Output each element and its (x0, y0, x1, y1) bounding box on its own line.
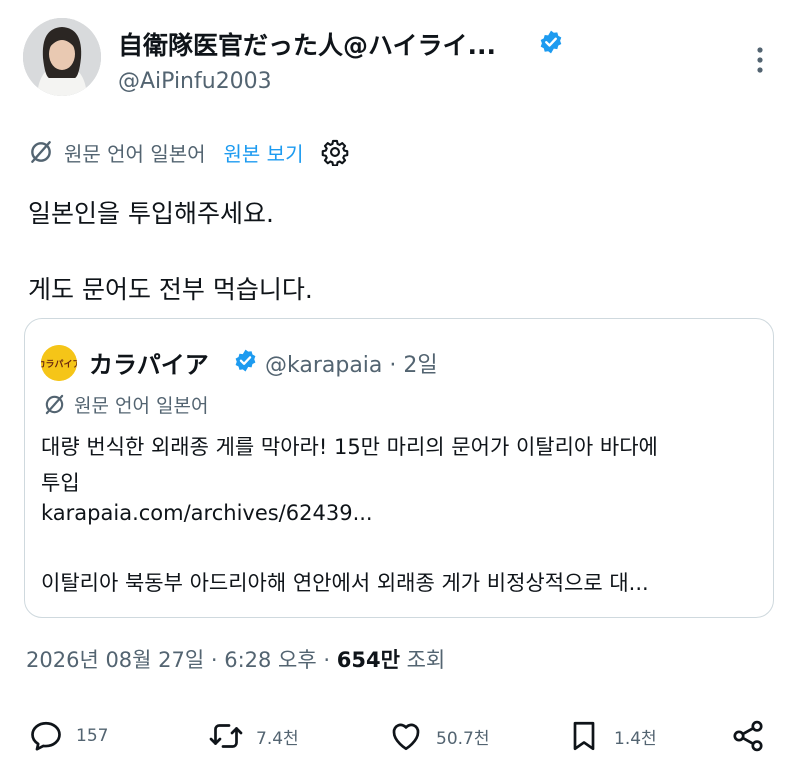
bookmark-count: 1.4천 (614, 728, 657, 749)
translate-off-icon (45, 394, 64, 414)
share-icon (733, 720, 763, 752)
author-avatar[interactable] (23, 18, 101, 96)
logo-text: カラパイア (41, 358, 77, 370)
translation-source-label: 원문 언어 일본어 (64, 141, 206, 166)
reply-count: 157 (76, 726, 109, 746)
reply-button[interactable]: 157 (28, 714, 108, 758)
quoted-text-line: 이탈리아 북동부 아드리아해 연안에서 외래종 게가 비정상적으로 대... (41, 571, 649, 595)
repost-count: 7.4천 (256, 728, 299, 749)
post-text-line: 게도 문어도 전부 먹습니다. (28, 275, 313, 304)
author-handle[interactable]: @AiPinfu2003 (118, 69, 272, 94)
like-count: 50.7천 (436, 728, 490, 749)
post-timestamp[interactable]: 2026년 08월 27일 · 6:28 오후 · (26, 648, 337, 672)
view-label: 조회 (399, 648, 446, 672)
bookmark-button[interactable]: 1.4천 (566, 714, 657, 758)
gear-icon[interactable] (321, 138, 349, 166)
repost-icon (209, 724, 243, 748)
quoted-author-name: カラパイア (89, 351, 209, 379)
quoted-link[interactable]: karapaia.com/archives/62439... (41, 501, 373, 525)
quoted-text-line: 투입 (41, 471, 80, 495)
bookmark-icon (573, 721, 595, 751)
quoted-text-line: 대량 번식한 외래종 게를 막아라! 15만 마리의 문어가 이탈리아 바다에 (41, 435, 658, 459)
share-button[interactable] (730, 714, 778, 758)
quoted-author-logo: カラパイア (41, 345, 77, 381)
repost-button[interactable]: 7.4천 (208, 714, 299, 758)
reply-icon (31, 721, 61, 751)
post-meta: 2026년 08월 27일 · 6:28 오후 · 654만 조회 (26, 644, 445, 674)
avatar-photo (23, 18, 101, 96)
quoted-post-card[interactable]: カラパイア カラパイア @karapaia · 2일 원문 언어 일본어 대량 … (24, 318, 774, 618)
author-display-name[interactable]: 自衛隊医官だった人@ハイライ... (118, 26, 496, 62)
quoted-translation-label: 원문 언어 일본어 (74, 394, 209, 417)
post-text-line: 일본인을 투입해주세요. (28, 199, 274, 228)
view-original-link[interactable]: 원본 보기 (224, 138, 304, 167)
translation-row: 원문 언어 일본어 원본 보기 (28, 137, 349, 167)
verified-badge-icon (235, 349, 256, 372)
verified-badge-icon (540, 30, 562, 54)
quoted-translation-row: 원문 언어 일본어 (43, 391, 208, 417)
quoted-author-handle-time: @karapaia · 2일 (265, 353, 438, 378)
heart-icon (392, 723, 420, 751)
view-count: 654만 (336, 648, 400, 672)
translate-off-icon (31, 141, 51, 163)
like-button[interactable]: 50.7천 (388, 714, 490, 758)
more-options-icon[interactable] (748, 44, 772, 76)
